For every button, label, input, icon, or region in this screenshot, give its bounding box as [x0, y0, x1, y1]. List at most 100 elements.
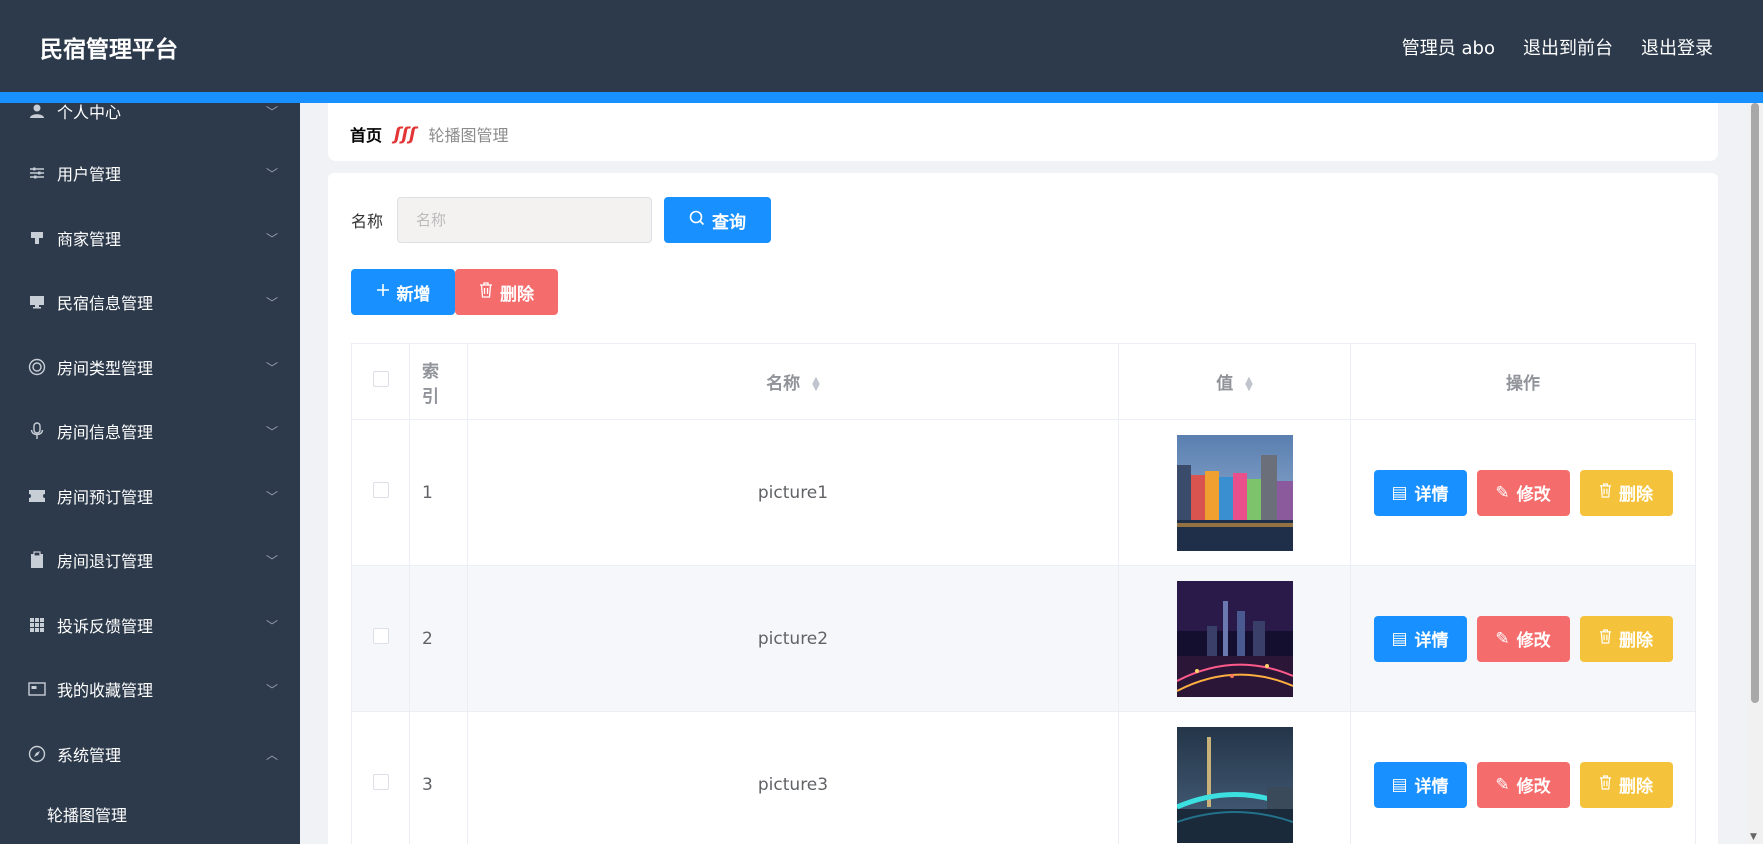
thumbnail-image[interactable] — [1176, 434, 1293, 551]
monitor-icon — [27, 292, 47, 312]
delete-label: 删除 — [1619, 631, 1653, 651]
sidebar-item-label: 民宿信息管理 — [57, 294, 154, 313]
sidebar-item-favorites[interactable]: 我的收藏管理 ﹀ — [0, 669, 300, 709]
header-value[interactable]: 值 ▲ ▼ — [1118, 343, 1351, 420]
delete-label: 删除 — [1619, 777, 1653, 797]
delete-button[interactable]: 删除 — [1579, 761, 1673, 808]
sidebar-item-label: 我的收藏管理 — [57, 681, 154, 700]
sidebar-subitem-carousel[interactable]: 轮播图管理 — [0, 794, 300, 834]
header-index-line1: 索 — [422, 361, 439, 382]
row-ops: ▤ 详情 ✎ 修改 删除 — [1350, 565, 1696, 712]
sidebar-item-system[interactable]: 系统管理 ︿ — [0, 734, 300, 774]
header-select-all[interactable] — [351, 343, 410, 420]
edit-button[interactable]: ✎ 修改 — [1476, 615, 1570, 662]
sidebar-item-label: 用户管理 — [57, 165, 122, 184]
row-value — [1118, 565, 1351, 712]
document-icon: ▤ — [1391, 774, 1408, 795]
batch-delete-button[interactable]: 删除 — [455, 269, 558, 315]
checkbox[interactable] — [372, 371, 389, 387]
sliders-icon — [27, 163, 47, 183]
sidebar-item-homestay-info[interactable]: 民宿信息管理 ﹀ — [0, 282, 300, 322]
microphone-icon — [27, 421, 47, 441]
sidebar-item-users[interactable]: 用户管理 ﹀ — [0, 153, 300, 193]
trash-icon — [1599, 774, 1612, 795]
header-actions: 管理员 abo 退出到前台 退出登录 — [1402, 34, 1713, 60]
sidebar-item-label: 投诉反馈管理 — [57, 617, 154, 636]
sidebar-item-label: 房间信息管理 — [57, 423, 154, 442]
trash-icon — [479, 281, 493, 303]
row-checkbox-cell[interactable] — [351, 419, 410, 566]
table-row: 2 picture2 ▤ 详情 ✎ 修改 删除 — [351, 565, 1696, 712]
chevron-down-icon: ﹀ — [265, 682, 278, 697]
sort-icon[interactable]: ▲ ▼ — [1245, 376, 1253, 393]
delete-button[interactable]: 删除 — [1579, 615, 1673, 662]
delete-button[interactable]: 删除 — [1579, 469, 1673, 516]
sidebar-item-label: 房间退订管理 — [57, 552, 154, 571]
page-scrollbar[interactable]: ▼ — [1747, 103, 1763, 844]
sidebar: 个人中心 ﹀ 用户管理 ﹀ 商家管理 ﹀ 民宿信息管理 ﹀ 房间类型管理 ﹀ 房… — [0, 103, 300, 844]
exit-to-front-link[interactable]: 退出到前台 — [1523, 34, 1613, 60]
sidebar-item-room-types[interactable]: 房间类型管理 ﹀ — [0, 347, 300, 387]
content-card: 名称 查询 新增 删除 — [328, 173, 1718, 844]
detail-label: 详情 — [1414, 777, 1449, 797]
chevron-down-icon: ﹀ — [265, 360, 278, 375]
accent-strip — [0, 92, 1763, 103]
scroll-down-arrow-icon[interactable]: ▼ — [1750, 832, 1757, 842]
row-name: picture1 — [467, 419, 1119, 566]
chevron-down-icon: ﹀ — [265, 166, 278, 181]
edit-label: 修改 — [1516, 485, 1551, 505]
thumbnail-image[interactable] — [1176, 580, 1293, 697]
pencil-icon: ✎ — [1495, 628, 1510, 649]
sidebar-item-profile[interactable]: 个人中心 ﹀ — [0, 103, 300, 131]
search-button[interactable]: 查询 — [664, 197, 772, 243]
edit-button[interactable]: ✎ 修改 — [1476, 469, 1570, 516]
table-row: 3 picture3 ▤ 详情 ✎ 修改 删除 — [351, 711, 1696, 844]
header-name[interactable]: 名称 ▲ ▼ — [467, 343, 1119, 420]
edit-button[interactable]: ✎ 修改 — [1476, 761, 1570, 808]
table-row: 1 picture1 ▤ 详情 ✎ 修改 删除 — [351, 419, 1696, 566]
logout-link[interactable]: 退出登录 — [1641, 34, 1713, 60]
document-icon: ▤ — [1391, 482, 1408, 503]
search-row: 名称 查询 — [351, 197, 772, 243]
search-label: 名称 — [351, 212, 384, 231]
breadcrumb-card: 首页 ʃʃʃ 轮播图管理 — [328, 103, 1718, 161]
sidebar-item-label: 商家管理 — [57, 230, 122, 249]
card-icon — [27, 679, 47, 699]
user-icon — [27, 103, 47, 121]
search-input[interactable] — [397, 197, 653, 243]
sidebar-subitem-label: 轮播图管理 — [47, 806, 128, 825]
detail-button[interactable]: ▤ 详情 — [1373, 469, 1467, 516]
breadcrumb-home[interactable]: 首页 — [350, 122, 382, 146]
sidebar-item-merchants[interactable]: 商家管理 ﹀ — [0, 218, 300, 258]
checkbox[interactable] — [372, 628, 389, 644]
trash-icon — [1599, 628, 1612, 649]
search-icon — [689, 210, 705, 231]
sidebar-item-complaints[interactable]: 投诉反馈管理 ﹀ — [0, 605, 300, 645]
admin-label: 管理员 abo — [1401, 38, 1495, 59]
search-button-label: 查询 — [712, 212, 747, 233]
header-index-line2: 引 — [422, 386, 439, 407]
header-index: 索 引 — [409, 343, 468, 420]
sidebar-item-room-info[interactable]: 房间信息管理 ﹀ — [0, 411, 300, 451]
add-button-label: 新增 — [396, 284, 431, 305]
sidebar-item-room-cancel[interactable]: 房间退订管理 ﹀ — [0, 540, 300, 580]
pencil-icon: ✎ — [1495, 482, 1510, 503]
sidebar-item-label: 系统管理 — [57, 746, 122, 765]
clipboard-icon — [27, 550, 47, 570]
chevron-down-icon: ﹀ — [265, 424, 278, 439]
checkbox[interactable] — [372, 482, 389, 498]
checkbox[interactable] — [372, 774, 389, 790]
sort-icon[interactable]: ▲ ▼ — [812, 376, 820, 393]
row-checkbox-cell[interactable] — [351, 711, 410, 844]
chevron-down-icon: ﹀ — [265, 104, 278, 119]
detail-button[interactable]: ▤ 详情 — [1373, 615, 1467, 662]
chevron-down-icon: ﹀ — [265, 553, 278, 568]
sidebar-item-room-booking[interactable]: 房间预订管理 ﹀ — [0, 476, 300, 516]
scrollbar-thumb[interactable] — [1751, 103, 1759, 703]
sidebar-item-label: 房间类型管理 — [57, 359, 154, 378]
thumbnail-image[interactable] — [1176, 726, 1293, 843]
row-checkbox-cell[interactable] — [351, 565, 410, 712]
detail-button[interactable]: ▤ 详情 — [1373, 761, 1467, 808]
add-button[interactable]: 新增 — [351, 269, 455, 315]
header-name-label: 名称 — [766, 374, 801, 394]
